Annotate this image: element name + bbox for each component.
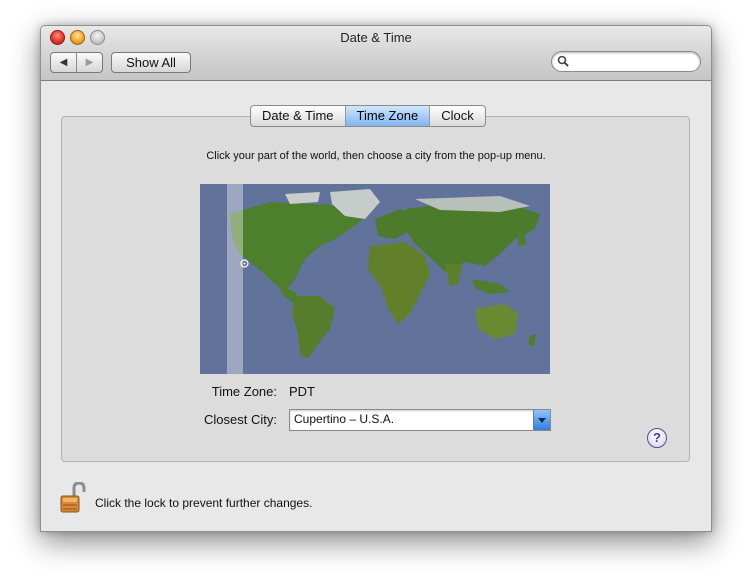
search-icon [557,55,569,67]
tab-date-time[interactable]: Date & Time [251,106,345,126]
date-time-window: Date & Time ◀ ▶ Show All Date & Time Tim… [40,25,712,532]
popup-arrow-button[interactable] [533,410,550,430]
window-title: Date & Time [340,30,412,45]
closest-city-value: Cupertino – U.S.A. [294,412,395,426]
closest-city-label: Closest City: [204,412,277,427]
title-bar: Date & Time ◀ ▶ Show All [41,26,711,81]
help-button[interactable]: ? [647,428,667,448]
chevron-down-icon [538,418,546,423]
search-field[interactable] [551,51,701,72]
time-zone-value: PDT [289,384,315,399]
instructions-text: Click your part of the world, then choos… [206,150,546,162]
location-marker-icon [240,259,249,268]
back-arrow-icon: ◀ [59,57,68,68]
back-button[interactable]: ◀ [51,53,76,72]
tab-bar: Date & Time Time Zone Clock [250,105,486,127]
unlocked-padlock-icon[interactable] [60,482,88,514]
search-input[interactable] [572,53,696,71]
navigation-buttons: ◀ ▶ [50,52,103,73]
closest-city-popup[interactable]: Cupertino – U.S.A. [289,409,551,431]
world-map-graphic [230,189,540,359]
forward-button[interactable]: ▶ [76,53,102,72]
tab-time-zone[interactable]: Time Zone [344,106,430,126]
forward-arrow-icon: ▶ [85,57,94,68]
world-map[interactable] [200,184,550,374]
lock-message: Click the lock to prevent further change… [95,496,313,510]
selected-time-zone-band [227,184,243,374]
time-zone-label: Time Zone: [211,384,277,399]
show-all-button[interactable]: Show All [111,52,191,73]
tab-clock[interactable]: Clock [429,106,485,126]
